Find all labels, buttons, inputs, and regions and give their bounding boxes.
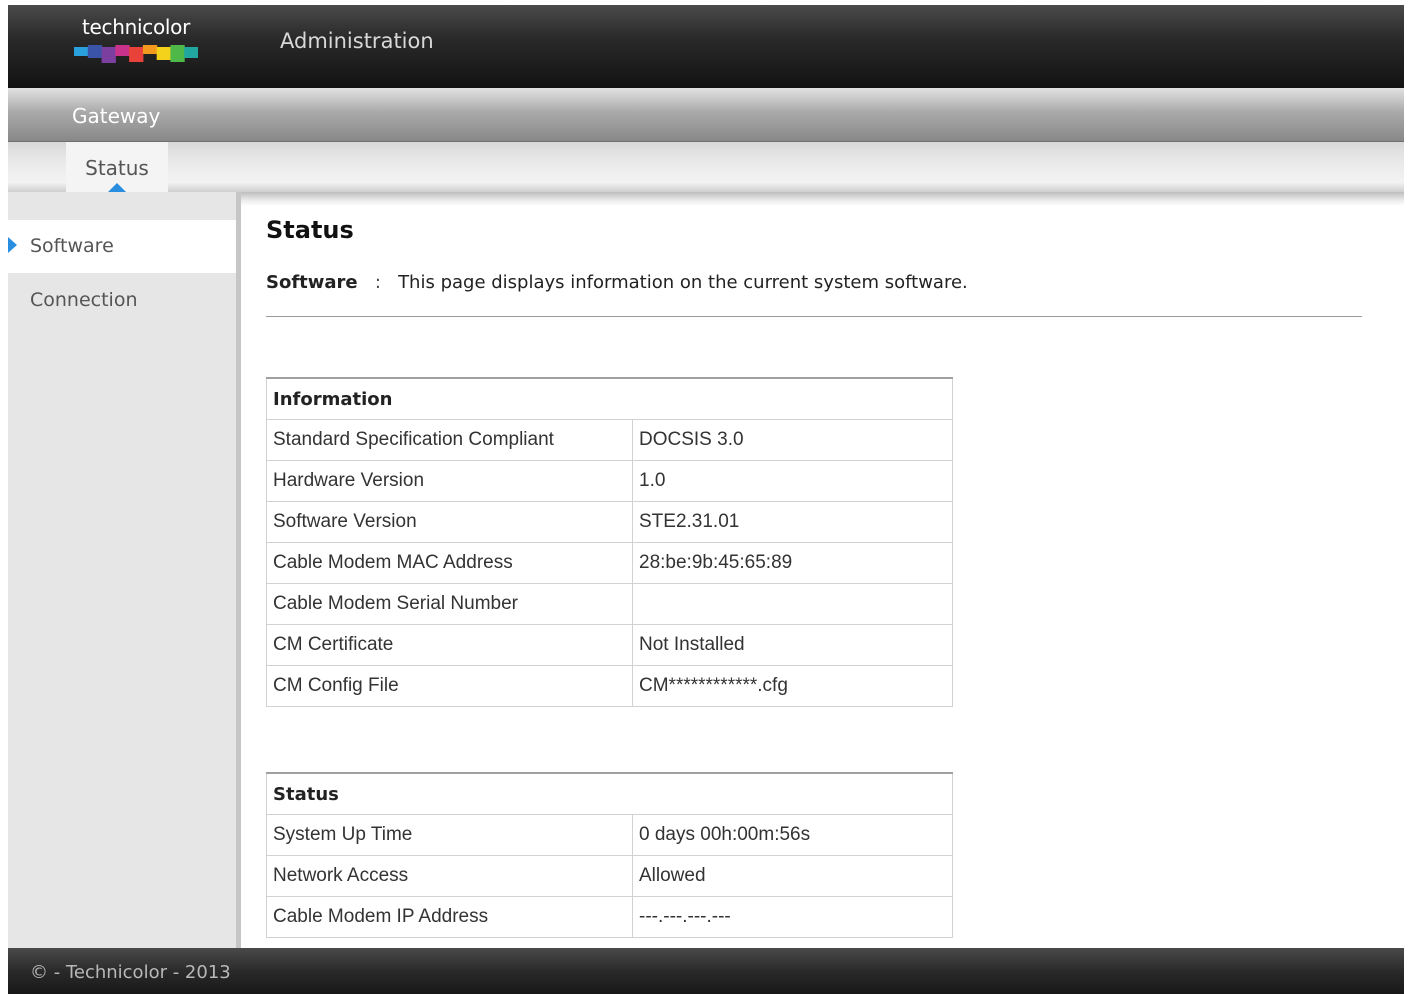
row-value: 0 days 00h:00m:56s [632, 814, 953, 856]
page-description: Software : This page displays informatio… [266, 272, 968, 293]
footer-copyright: © - Technicolor - 2013 [30, 962, 231, 983]
logo-color-segment [129, 47, 144, 62]
table-row: CM Certificate Not Installed [266, 624, 953, 666]
app-frame: technicolor Administration Gateway Statu… [8, 5, 1404, 994]
row-label: System Up Time [266, 814, 633, 856]
active-item-arrow-icon [8, 237, 17, 253]
row-label: CM Config File [266, 665, 633, 707]
row-value: Allowed [632, 855, 953, 897]
row-label: Network Access [266, 855, 633, 897]
row-value: 1.0 [632, 460, 953, 502]
row-label: Hardware Version [266, 460, 633, 502]
logo-color-segment [115, 45, 130, 56]
row-value: ---.---.---.--- [632, 896, 953, 938]
table-row: CM Config File CM************.cfg [266, 665, 953, 707]
row-label: Software Version [266, 501, 633, 543]
nav-gateway[interactable]: Gateway [72, 104, 160, 128]
table-row: Network Access Allowed [266, 855, 953, 897]
row-label: Cable Modem MAC Address [266, 542, 633, 584]
row-label: Cable Modem Serial Number [266, 583, 633, 625]
gateway-nav-band: Gateway [8, 88, 1404, 142]
sidebar-item-connection[interactable]: Connection [8, 274, 236, 327]
table-row: Software Version STE2.31.01 [266, 501, 953, 543]
logo-color-segment [156, 47, 171, 60]
table-row: Cable Modem MAC Address 28:be:9b:45:65:8… [266, 542, 953, 584]
sidebar-item-label: Connection [30, 289, 138, 311]
status-table: Status System Up Time 0 days 00h:00m:56s… [266, 772, 953, 938]
technicolor-logo: technicolor [74, 15, 198, 65]
table-header: Status [266, 772, 953, 815]
sidebar-item-software[interactable]: Software [8, 220, 236, 273]
table-row: System Up Time 0 days 00h:00m:56s [266, 814, 953, 856]
information-table: Information Standard Specification Compl… [266, 377, 953, 707]
page-title: Status [266, 216, 354, 244]
logo-color-segment [142, 45, 158, 54]
row-value: STE2.31.01 [632, 501, 953, 543]
row-label: Cable Modem IP Address [266, 896, 633, 938]
logo-color-segment [101, 47, 116, 63]
tab-active-arrow-icon [108, 183, 126, 192]
row-value [632, 583, 953, 625]
logo-color-segment [87, 45, 103, 58]
logo-color-segment [170, 45, 185, 62]
logo-text: technicolor [82, 15, 190, 39]
table-header-row: Information [266, 377, 953, 420]
app-title: Administration [280, 29, 434, 53]
row-value: DOCSIS 3.0 [632, 419, 953, 461]
table-row: Cable Modem IP Address ---.---.---.--- [266, 896, 953, 938]
divider [266, 316, 1362, 317]
logo-color-segment [184, 47, 198, 58]
tab-status[interactable]: Status [66, 142, 168, 192]
description-separator: : [374, 272, 381, 293]
sidebar: Software Connection [8, 192, 241, 948]
sidebar-item-label: Software [30, 235, 114, 257]
description-text: This page displays information on the cu… [398, 272, 968, 293]
table-header-row: Status [266, 772, 953, 815]
table-row: Cable Modem Serial Number [266, 583, 953, 625]
logo-color-segment [74, 47, 89, 56]
footer: © - Technicolor - 2013 [8, 948, 1404, 994]
top-header: technicolor Administration [8, 5, 1404, 88]
row-value: 28:be:9b:45:65:89 [632, 542, 953, 584]
row-value: Not Installed [632, 624, 953, 666]
row-label: CM Certificate [266, 624, 633, 666]
table-row: Standard Specification Compliant DOCSIS … [266, 419, 953, 461]
tab-band: Status [8, 142, 1404, 192]
description-label: Software [266, 272, 358, 293]
table-row: Hardware Version 1.0 [266, 460, 953, 502]
row-label: Standard Specification Compliant [266, 419, 633, 461]
tab-status-label: Status [85, 156, 149, 180]
row-value: CM************.cfg [632, 665, 953, 707]
logo-color-bar-icon [74, 45, 198, 63]
table-header: Information [266, 377, 953, 420]
